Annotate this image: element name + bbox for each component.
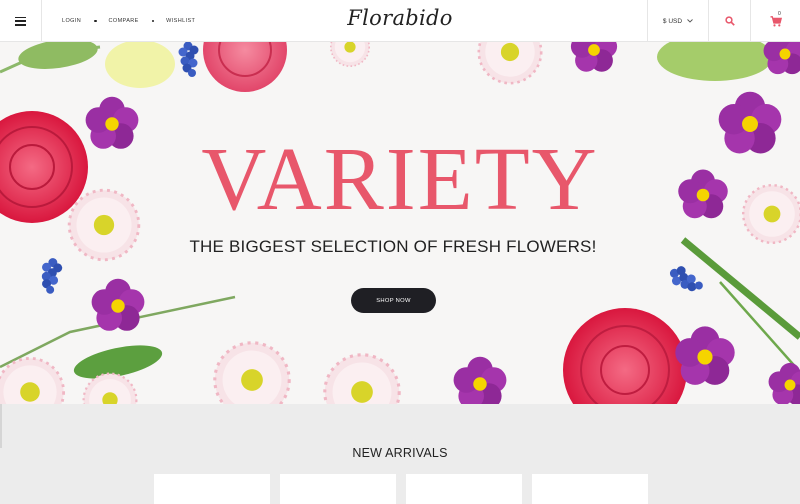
site-logo[interactable]: Florabido xyxy=(347,6,452,30)
shop-now-button[interactable]: SHOP NOW xyxy=(351,288,436,313)
separator-dot xyxy=(151,19,155,23)
hamburger-icon xyxy=(15,16,26,26)
currency-selector[interactable]: $ USD xyxy=(647,0,708,42)
hero-title: VARIETY xyxy=(201,130,599,229)
new-arrivals-title: NEW ARRIVALS xyxy=(352,446,448,460)
cart-button[interactable]: 0 xyxy=(750,0,800,42)
search-icon xyxy=(724,16,735,26)
currency-label: $ USD xyxy=(662,17,683,25)
compare-link[interactable]: COMPARE xyxy=(109,18,139,24)
login-link[interactable]: LOGIN xyxy=(62,18,81,24)
separator-dot xyxy=(94,19,97,23)
site-header: LOGIN COMPARE WISHLIST Florabido $ USD 0 xyxy=(0,0,800,42)
chevron-down-icon xyxy=(687,19,693,23)
cart-icon xyxy=(770,15,782,26)
wishlist-link[interactable]: WISHLIST xyxy=(166,18,195,24)
hero-subtitle: THE BIGGEST SELECTION OF FRESH FLOWERS! xyxy=(189,237,597,256)
hero-banner: VARIETY THE BIGGEST SELECTION OF FRESH F… xyxy=(0,42,800,404)
search-button[interactable] xyxy=(708,0,750,42)
cart-count: 0 xyxy=(778,11,781,17)
top-links: LOGIN COMPARE WISHLIST xyxy=(62,0,195,42)
menu-button[interactable] xyxy=(0,0,42,42)
side-scroll-edge xyxy=(0,404,2,448)
